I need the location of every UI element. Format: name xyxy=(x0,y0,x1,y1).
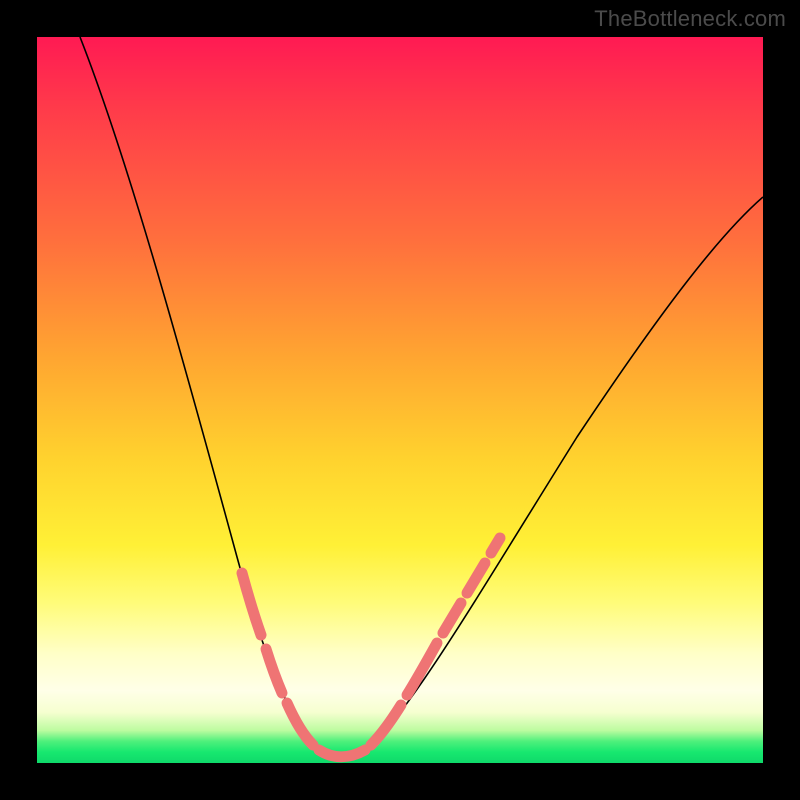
highlight-seg-l2 xyxy=(266,649,282,693)
highlight-seg-l1 xyxy=(242,573,261,635)
plot-area xyxy=(37,37,763,763)
highlight-seg-r5 xyxy=(491,538,500,553)
highlight-seg-b1 xyxy=(319,750,365,757)
chart-frame: TheBottleneck.com xyxy=(0,0,800,800)
highlight-seg-r2 xyxy=(407,643,437,695)
highlight-seg-l3 xyxy=(287,703,313,745)
watermark-text: TheBottleneck.com xyxy=(594,6,786,32)
highlight-seg-r1 xyxy=(371,705,401,745)
bottleneck-curve xyxy=(80,37,763,758)
curve-svg xyxy=(37,37,763,763)
